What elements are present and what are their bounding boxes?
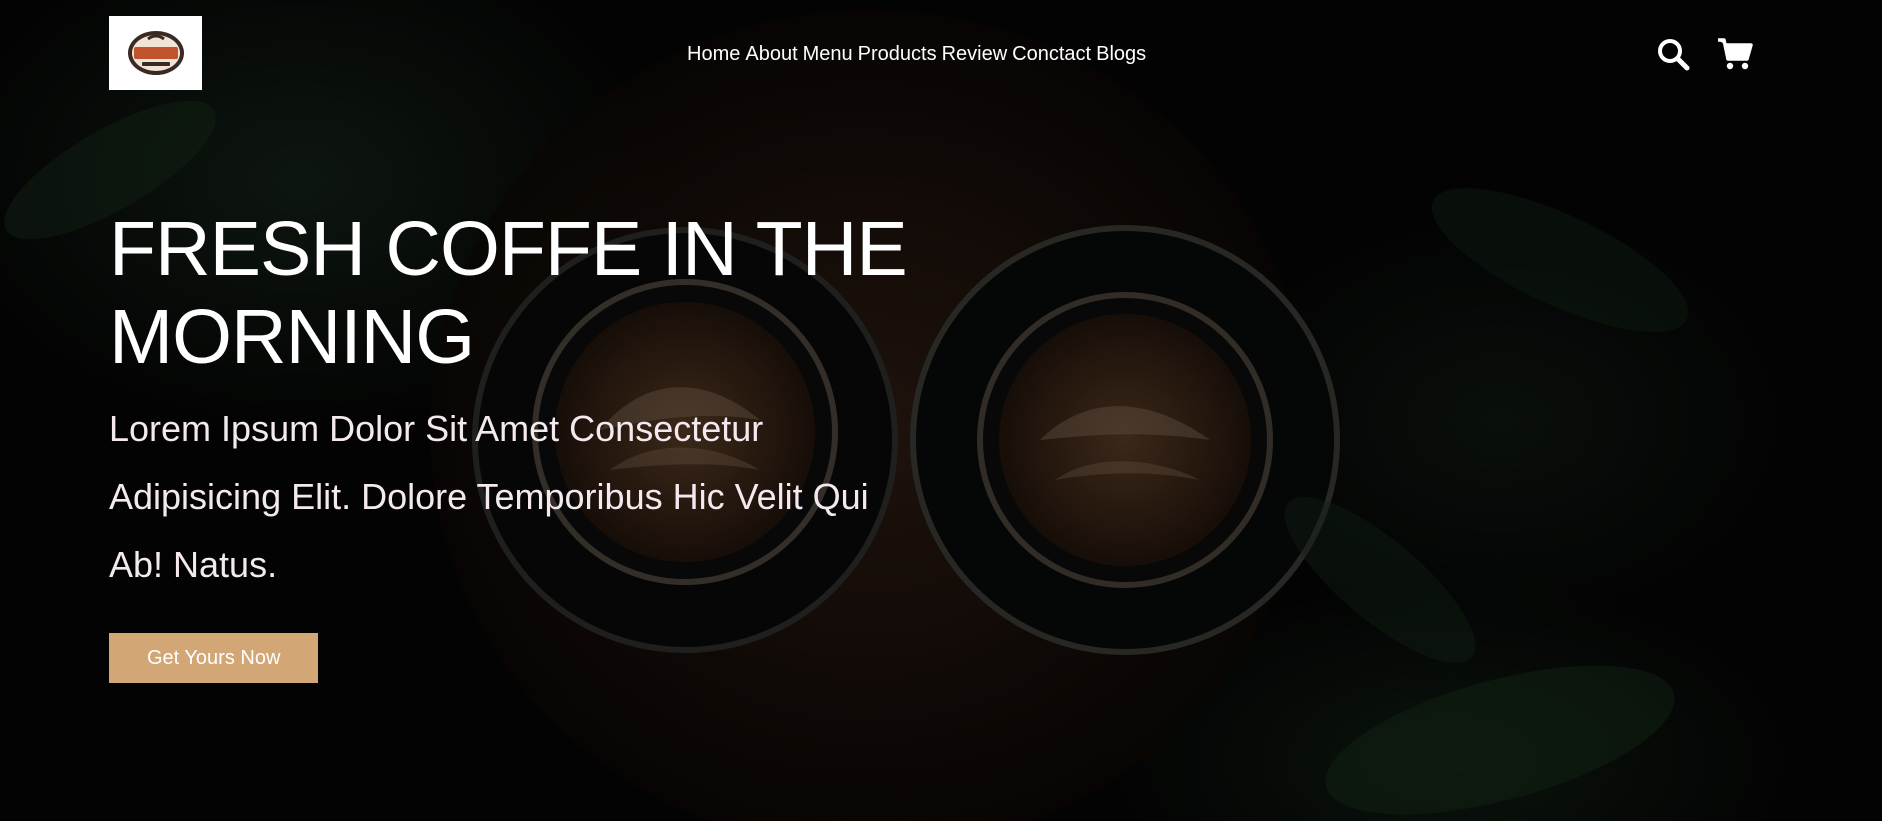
nav-item-products[interactable]: Products xyxy=(858,43,937,66)
nav-item-about[interactable]: About xyxy=(745,43,797,66)
get-yours-now-button[interactable]: Get Yours Now xyxy=(109,633,319,683)
hero-description: Lorem Ipsum Dolor Sit Amet Consectetur A… xyxy=(109,408,869,585)
nav-item-menu[interactable]: Menu xyxy=(803,43,853,66)
main-navigation: Home About Menu Products Review Conctact… xyxy=(687,43,1146,66)
search-icon xyxy=(1658,39,1690,71)
hero-title: FRESH COFFE IN THE MORNING xyxy=(109,206,908,380)
coffeshop-logo-icon xyxy=(127,31,184,75)
site-logo[interactable] xyxy=(109,16,202,90)
nav-item-blogs[interactable]: Blogs xyxy=(1096,43,1146,66)
search-button[interactable] xyxy=(1655,36,1691,72)
cart-button[interactable] xyxy=(1717,36,1753,72)
nav-item-home[interactable]: Home xyxy=(687,43,740,66)
header-actions xyxy=(1655,36,1753,72)
nav-item-contact[interactable]: Conctact xyxy=(1012,43,1091,66)
nav-item-review[interactable]: Review xyxy=(942,43,1008,66)
cart-icon xyxy=(1718,38,1753,70)
hero-section: Home About Menu Products Review Conctact… xyxy=(0,0,1882,821)
site-header: Home About Menu Products Review Conctact… xyxy=(0,0,1882,110)
hero-content: FRESH COFFE IN THE MORNING Lorem Ipsum D… xyxy=(109,205,1009,683)
